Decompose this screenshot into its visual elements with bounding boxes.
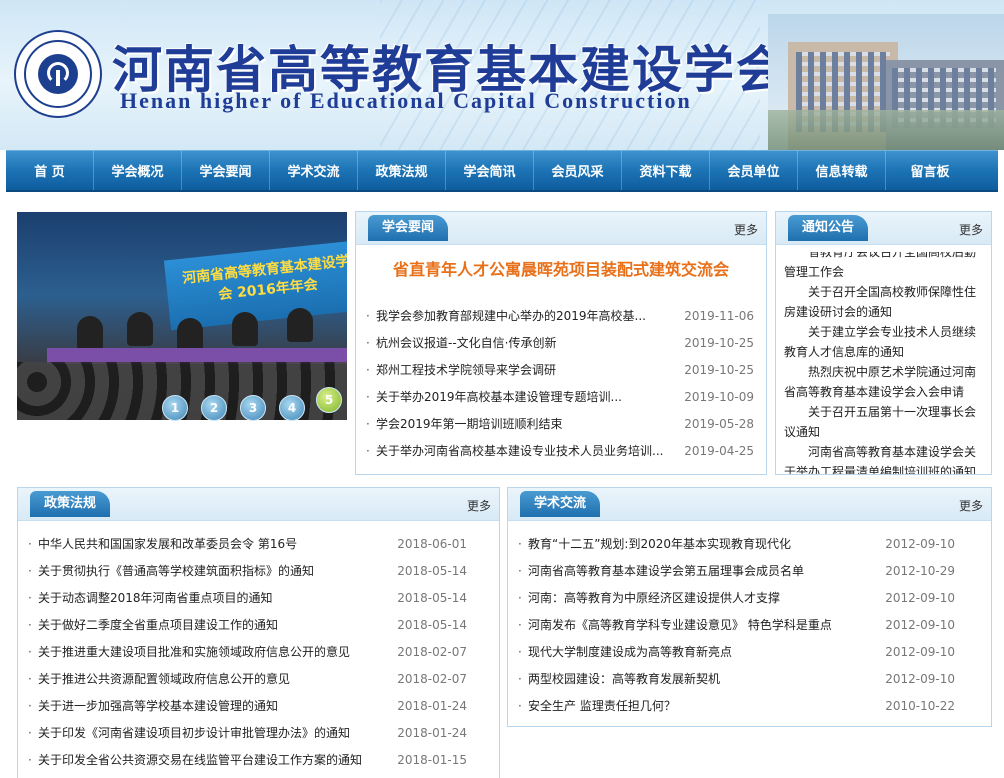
slide-dot-1[interactable]: 1 [162, 395, 188, 421]
news-panel-header: 学会要闻 更多 [356, 212, 766, 245]
list-item[interactable]: · 关于进一步加强高等学校基本建设管理的通知 2018-01-24 [18, 693, 499, 720]
notice-panel: 通知公告 更多 省教育厅会议召开全国高校后勤管理工作会 关于召开全国高校教师保障… [775, 211, 992, 475]
list-item[interactable]: · 学会2019年第一期培训班顺利结束 2019-05-28 [356, 411, 766, 438]
list-item[interactable]: · 关于推进重大建设项目批准和实施领域政府信息公开的意见 2018-02-07 [18, 639, 499, 666]
header-building-image [768, 14, 1004, 150]
list-item[interactable]: · 河南省高等教育基本建设学会第五届理事会成员名单 2012-10-29 [508, 558, 991, 585]
policy-panel-header: 政策法规 更多 [18, 488, 499, 521]
list-item[interactable]: · 河南：高等教育为中原经济区建设提供人才支撑 2012-09-10 [508, 585, 991, 612]
society-logo-icon[interactable] [14, 30, 102, 118]
list-item[interactable]: · 关于推进公共资源配置领域政府信息公开的意见 2018-02-07 [18, 666, 499, 693]
nav-member-units[interactable]: 会员单位 [710, 151, 798, 190]
list-item[interactable]: · 郑州工程技术学院领导来学会调研 2019-10-25 [356, 357, 766, 384]
site-header: 河南省高等教育基本建设学会 Henan higher of Educationa… [0, 0, 1004, 150]
list-item[interactable]: · 关于举办河南省高校基本建设专业技术人员业务培训... 2019-04-25 [356, 438, 766, 465]
list-item[interactable]: · 关于印发全省公共资源交易在线监管平台建设工作方案的通知 2018-01-15 [18, 747, 499, 774]
list-item[interactable]: · 河南发布《高等教育学科专业建设意见》 特色学科是重点 2012-09-10 [508, 612, 991, 639]
list-item[interactable]: · 关于印发《河南省建设项目初步设计审批管理办法》的通知 2018-01-24 [18, 720, 499, 747]
academic-list: · 教育“十二五”规划:到2020年基本实现教育现代化 2012-09-10 · 河南… [508, 531, 991, 720]
notice-scroll-list: 省教育厅会议召开全国高校后勤管理工作会 关于召开全国高校教师保障性住房建设研讨会… [784, 252, 982, 474]
nav-briefs[interactable]: 学会简讯 [446, 151, 534, 190]
list-item[interactable]: · 关于做好二季度全省重点项目建设工作的通知 2018-05-14 [18, 612, 499, 639]
list-item[interactable]: 关于建立学会专业技术人员继续教育人才信息库的通知 [784, 322, 982, 362]
list-item[interactable]: · 我学会参加教育部规建中心举办的2019年高校基... 2019-11-06 [356, 303, 766, 330]
photo-slider[interactable]: 河南省高等教育基本建设学会 2016年年会 [17, 212, 347, 420]
nav-members-style[interactable]: 会员风采 [534, 151, 622, 190]
main-nav: 首 页 学会概况 学会要闻 学术交流 政策法规 学会简讯 会员风采 资料下载 会… [6, 150, 998, 192]
news-panel-title[interactable]: 学会要闻 [368, 215, 449, 241]
nav-home[interactable]: 首 页 [6, 151, 94, 190]
nav-downloads[interactable]: 资料下载 [622, 151, 710, 190]
policy-panel-title[interactable]: 政策法规 [30, 491, 111, 517]
news-headline[interactable]: 省直青年人才公寓晨晖苑项目装配式建筑交流会 [356, 256, 766, 280]
slide-dot-2[interactable]: 2 [201, 395, 227, 421]
academic-panel-header: 学术交流 更多 [508, 488, 991, 521]
list-item[interactable]: 关于召开全国高校教师保障性住房建设研讨会的通知 [784, 282, 982, 322]
list-item[interactable]: · 安全生产 监理责任担几何？ 2010-10-22 [508, 693, 991, 720]
academic-more-link[interactable]: 更多 [959, 497, 983, 514]
list-item[interactable]: · 教育“十二五”规划:到2020年基本实现教育现代化 2012-09-10 [508, 531, 991, 558]
list-item[interactable]: 热烈庆祝中原艺术学院通过河南省高等教育基本建设学会入会申请 [784, 362, 982, 402]
list-item[interactable]: 关于召开五届第十一次理事长会议通知 [784, 402, 982, 442]
list-item[interactable]: · 杭州会议报道--文化自信·传承创新 2019-10-25 [356, 330, 766, 357]
list-item[interactable]: · 两型校园建设：高等教育发展新契机 2012-09-10 [508, 666, 991, 693]
notice-more-link[interactable]: 更多 [959, 221, 983, 238]
list-item[interactable]: · 关于动态调整2018年河南省重点项目的通知 2018-05-14 [18, 585, 499, 612]
news-panel: 学会要闻 更多 省直青年人才公寓晨晖苑项目装配式建筑交流会 · 我学会参加教育部规… [355, 211, 767, 475]
notice-panel-header: 通知公告 更多 [776, 212, 991, 245]
slide-dot-5[interactable]: 5 [316, 387, 342, 413]
academic-panel-title[interactable]: 学术交流 [520, 491, 601, 517]
policy-list: · 中华人民共和国国家发展和改革委员会令 第16号 2018-06-01 · 关于贯彻… [18, 531, 499, 774]
policy-more-link[interactable]: 更多 [467, 497, 491, 514]
slide-dot-4[interactable]: 4 [279, 395, 305, 421]
list-item[interactable]: · 中华人民共和国国家发展和改革委员会令 第16号 2018-06-01 [18, 531, 499, 558]
list-item[interactable]: · 关于贯彻执行《普通高等学校建筑面积指标》的通知 2018-05-14 [18, 558, 499, 585]
nav-about[interactable]: 学会概况 [94, 151, 182, 190]
nav-policy[interactable]: 政策法规 [358, 151, 446, 190]
list-item[interactable]: · 关于举办2019年高校基本建设管理专题培训... 2019-10-09 [356, 384, 766, 411]
site-subtitle: Henan higher of Educational Capital Cons… [120, 88, 692, 113]
news-more-link[interactable]: 更多 [734, 221, 758, 238]
policy-panel: 政策法规 更多 · 中华人民共和国国家发展和改革委员会令 第16号 2018-06-… [17, 487, 500, 778]
nav-reposts[interactable]: 信息转载 [798, 151, 886, 190]
nav-news[interactable]: 学会要闻 [182, 151, 270, 190]
nav-guestbook[interactable]: 留言板 [886, 151, 974, 190]
notice-panel-title[interactable]: 通知公告 [788, 215, 869, 241]
list-item[interactable]: · 现代大学制度建设成为高等教育新亮点 2012-09-10 [508, 639, 991, 666]
nav-academic[interactable]: 学术交流 [270, 151, 358, 190]
academic-panel: 学术交流 更多 · 教育“十二五”规划:到2020年基本实现教育现代化 2012-0… [507, 487, 992, 727]
list-item[interactable]: 省教育厅会议召开全国高校后勤管理工作会 [784, 252, 982, 282]
slide-dot-3[interactable]: 3 [240, 395, 266, 421]
list-item[interactable]: 河南省高等教育基本建设学会关于举办工程量清单编制培训班的通知 [784, 442, 982, 474]
news-list: · 我学会参加教育部规建中心举办的2019年高校基... 2019-11-06 · 杭… [356, 303, 766, 465]
